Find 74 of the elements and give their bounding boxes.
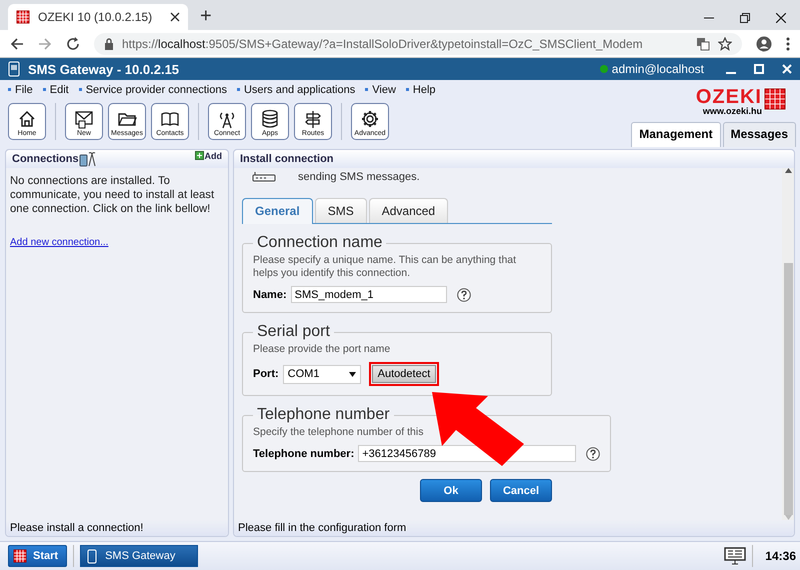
add-connection-link[interactable]: Add new connection... bbox=[10, 237, 108, 248]
menu-item[interactable]: Users and applications bbox=[236, 84, 356, 96]
form-tab[interactable]: Advanced bbox=[368, 198, 448, 223]
lock-icon bbox=[104, 38, 114, 50]
close-icon[interactable] bbox=[776, 13, 786, 23]
view-tab[interactable]: Messages bbox=[722, 122, 796, 147]
url-text: https://localhost:9505/SMS+Gateway/?a=InstallSoloDriver&typetoinstall=OzC_SMSClient_Modem bbox=[122, 36, 643, 50]
database-icon bbox=[260, 109, 280, 129]
help-icon[interactable] bbox=[456, 288, 471, 302]
address-bar[interactable]: https://localhost:9505/SMS+Gateway/?a=InstallSoloDriver&typetoinstall=OzC_SMSClient_Modem bbox=[94, 32, 742, 54]
section-title: Telephone number bbox=[256, 406, 391, 424]
field-label: Port: bbox=[253, 368, 279, 380]
field-label: Telephone number: bbox=[253, 448, 354, 460]
form-button[interactable]: Cancel bbox=[490, 479, 552, 502]
tab-title: OZEKI 10 (10.0.2.15) bbox=[38, 10, 154, 24]
phone-antenna-icon bbox=[78, 151, 97, 167]
hint-text: Please provide the port name bbox=[253, 343, 392, 356]
field-label: Name: bbox=[253, 288, 287, 300]
ozeki-logo-icon bbox=[16, 10, 30, 24]
form-button[interactable]: Ok bbox=[420, 479, 482, 502]
caret-icon bbox=[348, 372, 356, 376]
grid-icon bbox=[13, 549, 27, 563]
logo-url: www.ozeki.hu bbox=[702, 106, 762, 116]
view-tab[interactable]: Management bbox=[631, 122, 721, 147]
phone-icon bbox=[87, 548, 98, 564]
port-dropdown[interactable]: COM1 bbox=[282, 364, 361, 384]
menu-item[interactable]: File bbox=[8, 84, 33, 96]
scrollbar[interactable] bbox=[782, 168, 794, 520]
menu-item[interactable]: Help bbox=[406, 84, 436, 96]
new-tab-button[interactable]: + bbox=[200, 5, 212, 28]
translate-icon[interactable] bbox=[696, 36, 710, 50]
modem-icon bbox=[252, 172, 276, 182]
panel-title: Install connection bbox=[240, 153, 334, 165]
phone-icon bbox=[8, 61, 20, 77]
taskbar-app[interactable]: SMS Gateway bbox=[80, 545, 198, 567]
logo-text: OZEKI bbox=[696, 88, 762, 106]
monitor-icon[interactable] bbox=[724, 547, 746, 565]
section-title: Serial port bbox=[256, 323, 331, 341]
autodetect-button[interactable]: Autodetect bbox=[372, 365, 436, 383]
close-icon[interactable] bbox=[170, 12, 180, 22]
account-icon[interactable] bbox=[756, 36, 772, 52]
plus-icon bbox=[194, 151, 204, 160]
menu-item[interactable]: Edit bbox=[42, 84, 69, 96]
back-icon[interactable] bbox=[10, 36, 24, 50]
reload-icon[interactable] bbox=[66, 36, 80, 50]
intro-text: sending SMS messages. bbox=[298, 171, 420, 183]
help-icon[interactable] bbox=[586, 446, 600, 460]
restore-icon[interactable] bbox=[740, 13, 750, 23]
menu-item[interactable]: Service provider connections bbox=[78, 84, 227, 96]
browser-tab[interactable]: OZEKI 10 (10.0.2.15) bbox=[8, 4, 188, 30]
app-title: SMS Gateway - 10.0.2.15 bbox=[28, 62, 180, 76]
clock-text: 14:36 bbox=[765, 549, 796, 563]
menu-item[interactable]: View bbox=[365, 84, 396, 96]
home-icon bbox=[17, 109, 37, 129]
panel-title: Connections bbox=[12, 153, 79, 165]
start-button[interactable]: Start bbox=[8, 545, 68, 567]
form-tab[interactable]: General bbox=[242, 198, 313, 224]
add-link[interactable]: Add bbox=[194, 151, 222, 161]
form-tab[interactable]: SMS bbox=[314, 198, 367, 223]
signpost-icon bbox=[303, 109, 323, 129]
section-title: Connection name bbox=[256, 234, 384, 252]
info-text: No connections are installed. To communicate, you need to install at least one connection. Click on the link bellow! bbox=[10, 174, 216, 216]
logo-grid-icon bbox=[764, 88, 786, 110]
maximize-icon[interactable] bbox=[754, 64, 764, 74]
hint-text: Specify the telephone number of this bbox=[253, 426, 424, 439]
status-text: Please install a connection! bbox=[6, 520, 228, 536]
hint-text: Please specify a unique name. This can be anything that helps you identify this connection. bbox=[253, 254, 518, 280]
menu-icon[interactable] bbox=[786, 36, 790, 50]
gear-icon bbox=[360, 109, 380, 129]
envelope-icon bbox=[74, 109, 94, 129]
status-text: Please fill in the configuration form bbox=[234, 520, 794, 536]
user-name: admin@localhost bbox=[612, 62, 704, 76]
star-icon[interactable] bbox=[718, 36, 732, 50]
text-field[interactable]: SMS_modem_1 bbox=[290, 286, 447, 303]
